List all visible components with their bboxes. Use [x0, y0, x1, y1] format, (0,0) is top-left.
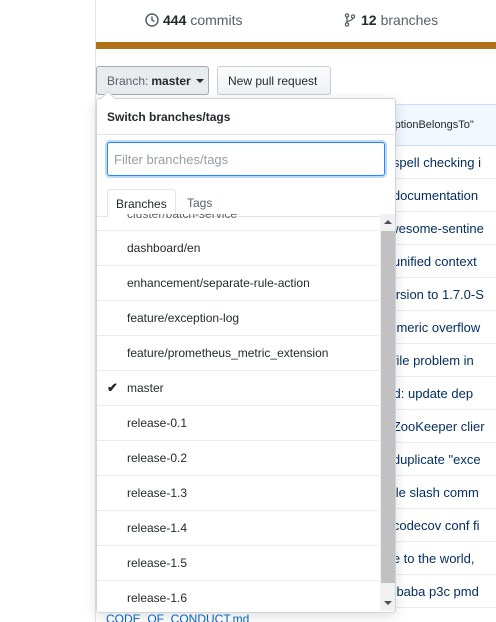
dropdown-title: Switch branches/tags [97, 99, 395, 135]
tab-tags[interactable]: Tags [179, 189, 220, 217]
git-branch-icon [342, 12, 358, 28]
commit-message-row[interactable]: p file problem in [380, 344, 496, 377]
scroll-up-icon[interactable] [384, 220, 392, 224]
branch-item-label: feature/exception-log [127, 311, 240, 325]
history-icon [144, 12, 160, 28]
scroll-down-icon[interactable] [384, 601, 392, 605]
commits-label: commits [190, 12, 243, 28]
branch-item[interactable]: dashboard/en [97, 231, 379, 266]
commit-list: ceptionBelongsTo" e spell checking ie do… [380, 104, 496, 608]
commit-message-row[interactable]: numeric overflow [380, 311, 496, 344]
commit-message-row[interactable]: e unified context [380, 245, 496, 278]
branch-item[interactable]: release-0.2 [97, 441, 379, 476]
commit-message-row[interactable]: tiple slash comm [380, 476, 496, 509]
branch-item[interactable]: feature/exception-log [97, 301, 379, 336]
checkmark-icon: ✔ [107, 380, 118, 395]
repo-stats: 444 commits 12 branches [96, 0, 496, 42]
scroll-thumb[interactable] [381, 231, 395, 583]
file-link[interactable]: CODE_OF_CONDUCT.md [106, 612, 496, 622]
branch-item-label: enhancement/separate-rule-action [127, 276, 310, 290]
branch-item[interactable]: release-1.4 [97, 511, 379, 546]
latest-commit-header[interactable]: ceptionBelongsTo" [380, 104, 496, 146]
branch-item-label: feature/prometheus_metric_extension [127, 346, 329, 360]
branch-item[interactable]: release-1.6 [97, 581, 379, 612]
commit-message-row[interactable]: e duplicate "exce [380, 443, 496, 476]
branches-count: 12 [361, 12, 377, 28]
commit-message-row[interactable]: me to the world, [380, 542, 496, 575]
branch-item-label: release-0.2 [127, 451, 188, 465]
branches-link[interactable]: 12 branches [342, 12, 438, 28]
scrollbar[interactable] [380, 214, 395, 611]
filter-branches-input[interactable] [107, 142, 385, 176]
branch-item-partial[interactable]: cluster/batch-service [97, 214, 379, 231]
branch-item[interactable]: release-0.1 [97, 406, 379, 441]
branch-item[interactable]: enhancement/separate-rule-action [97, 266, 379, 301]
branch-item-label: release-1.6 [127, 591, 188, 605]
branches-label: branches [380, 12, 439, 28]
commit-message-row[interactable]: e codecov conf fi [380, 509, 496, 542]
left-gutter [0, 0, 96, 622]
commit-message-row[interactable]: e spell checking i [380, 146, 496, 179]
branch-item-label: release-0.1 [127, 416, 188, 430]
commits-link[interactable]: 444 commits [144, 12, 242, 28]
branch-item-label: release-1.5 [127, 556, 188, 570]
branch-item-label: master [127, 381, 164, 395]
commit-message-row[interactable]: version to 1.7.0-S [380, 278, 496, 311]
branch-item-label: release-1.3 [127, 486, 188, 500]
branch-item-label: release-1.4 [127, 521, 188, 535]
commit-message-row[interactable]: ard: update dep [380, 377, 496, 410]
caret-down-icon [195, 78, 204, 83]
branch-name: master [151, 73, 191, 88]
branch-item[interactable]: ✔ master [97, 371, 379, 406]
branch-item-label: dashboard/en [127, 241, 201, 255]
commit-message-row[interactable]: e documentation [380, 179, 496, 212]
commit-message-row[interactable]: e ZooKeeper clier [380, 410, 496, 443]
branch-prefix: Branch: [107, 73, 149, 88]
new-pull-request-button[interactable]: New pull request [217, 66, 331, 95]
dropdown-tabs: Branches Tags [97, 189, 395, 218]
branch-item[interactable]: release-1.3 [97, 476, 379, 511]
branch-item[interactable]: feature/prometheus_metric_extension [97, 336, 379, 371]
branch-list: cluster/batch-service dashboard/en enhanc… [97, 214, 379, 612]
commit-message-row[interactable]: Alibaba p3c pmd [380, 575, 496, 608]
commits-count: 444 [163, 12, 187, 28]
branch-dropdown: Switch branches/tags Branches Tags clust… [96, 98, 396, 613]
branch-item[interactable]: release-1.5 [97, 546, 379, 581]
language-bar[interactable] [96, 42, 496, 49]
branch-select-button[interactable]: Branch: master [96, 66, 209, 95]
commit-message-row[interactable]: awesome-sentine [380, 212, 496, 245]
